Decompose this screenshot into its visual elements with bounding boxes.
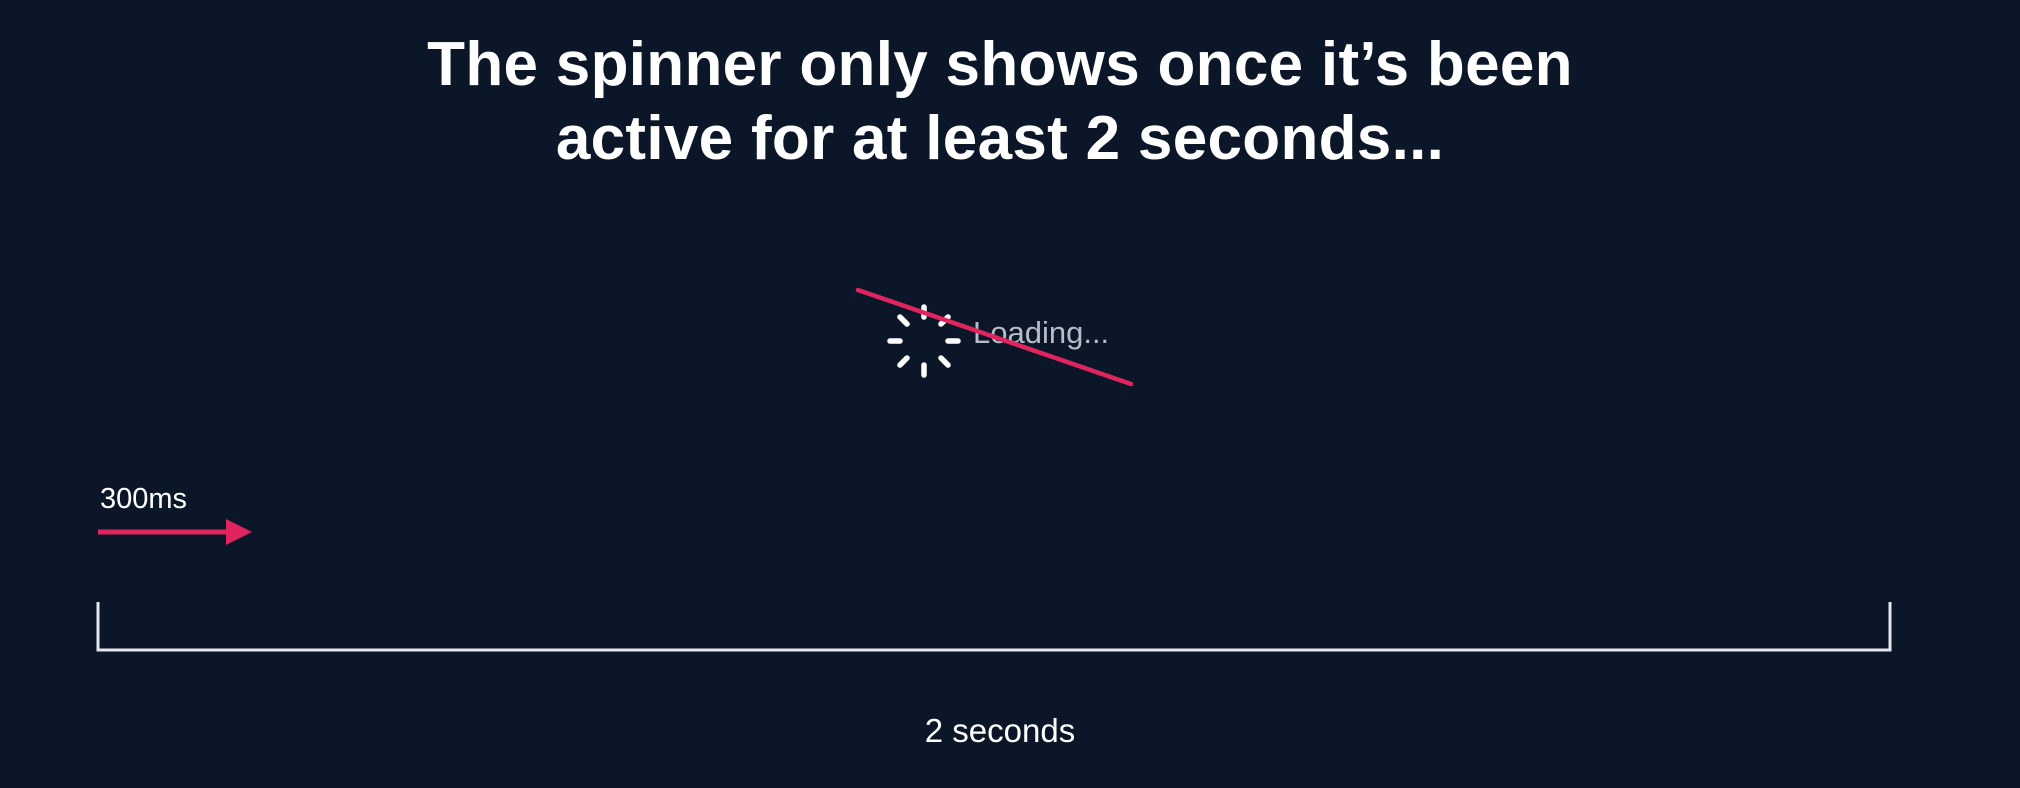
arrow-right-icon — [98, 519, 252, 545]
crossed-out-spinner: Loading... — [855, 282, 1135, 392]
delay-label: 300ms — [100, 483, 188, 515]
headline-line-1: The spinner only shows once it’s been — [427, 30, 1573, 99]
duration-label: 2 seconds — [924, 712, 1076, 749]
headline-line-2: active for at least 2 seconds... — [555, 104, 1445, 173]
duration-bracket — [96, 602, 1892, 652]
headline: The spinner only shows once it’s been ac… — [0, 28, 2020, 176]
strike-through-line — [855, 287, 1134, 387]
